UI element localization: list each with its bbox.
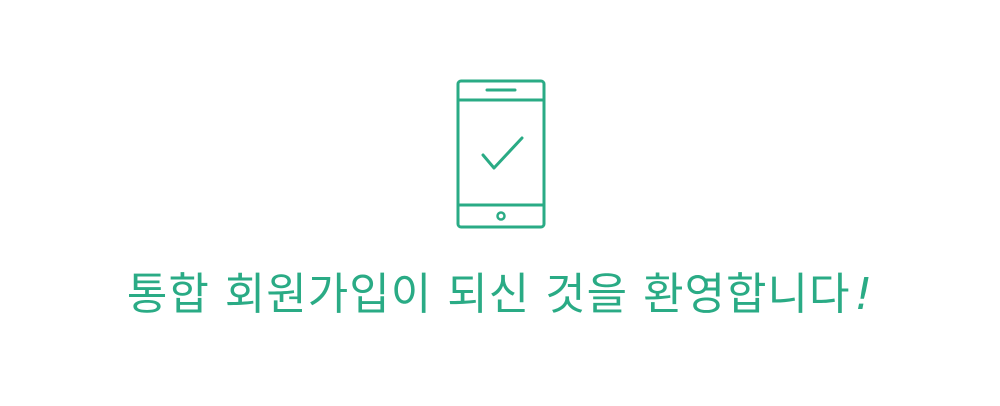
welcome-message: 통합 회원가입이 되신 것을 환영합니다 [126, 269, 851, 320]
phone-home-button [496, 211, 506, 221]
welcome-heading: 통합 회원가입이 되신 것을 환영합니다! [0, 262, 1000, 328]
smartphone-check-icon-graphic [456, 79, 546, 229]
smartphone-check-icon [456, 79, 546, 229]
signup-complete-page: 통합 회원가입이 되신 것을 환영합니다! [0, 0, 1000, 406]
check-icon [481, 136, 524, 170]
welcome-exclamation: ! [854, 269, 874, 320]
